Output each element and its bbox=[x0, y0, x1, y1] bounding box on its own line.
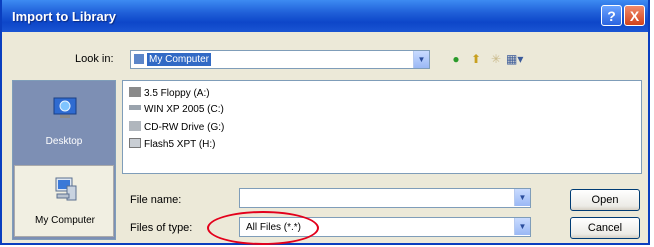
views-menu-icon[interactable]: ▦▾ bbox=[506, 51, 523, 67]
look-in-value: My Computer bbox=[147, 53, 212, 66]
files-of-type-label: Files of type: bbox=[130, 222, 193, 234]
removable-drive-icon bbox=[129, 138, 141, 148]
list-item[interactable]: CD-RW Drive (G:) bbox=[129, 121, 224, 135]
list-item[interactable]: Flash5 XPT (H:) bbox=[129, 138, 216, 152]
file-name: Flash5 XPT (H:) bbox=[144, 139, 216, 150]
my-computer-small-icon bbox=[134, 54, 144, 64]
chevron-down-icon[interactable]: ▼ bbox=[514, 218, 530, 235]
annotation-ring bbox=[207, 211, 319, 245]
place-desktop-label: Desktop bbox=[45, 136, 83, 147]
my-computer-icon bbox=[55, 177, 77, 201]
list-item[interactable]: WIN XP 2005 (C:) bbox=[129, 104, 224, 118]
file-name-field[interactable]: ▼ bbox=[239, 188, 531, 208]
title-bar[interactable]: Import to Library ? X bbox=[2, 0, 648, 32]
chevron-down-icon[interactable]: ▼ bbox=[413, 51, 429, 68]
help-button[interactable]: ? bbox=[601, 5, 622, 26]
place-my-computer-label: My Computer bbox=[34, 215, 95, 226]
list-item[interactable]: 3.5 Floppy (A:) bbox=[129, 87, 210, 101]
cd-drive-icon bbox=[129, 121, 141, 131]
file-name-label: File name: bbox=[130, 194, 182, 206]
cancel-button[interactable]: Cancel bbox=[570, 217, 640, 239]
file-list[interactable]: 3.5 Floppy (A:) WIN XP 2005 (C:) CD-RW D… bbox=[122, 80, 642, 174]
look-in-dropdown[interactable]: My Computer ▼ bbox=[130, 50, 430, 69]
window-title: Import to Library bbox=[12, 9, 117, 24]
place-my-computer[interactable]: My Computer bbox=[14, 165, 114, 237]
close-button[interactable]: X bbox=[624, 5, 645, 26]
import-dialog: Import to Library ? X Look in: My Comput… bbox=[0, 0, 650, 245]
places-bar: Desktop My Computer bbox=[12, 80, 116, 240]
open-button[interactable]: Open bbox=[570, 189, 640, 211]
file-name: WIN XP 2005 (C:) bbox=[144, 104, 224, 115]
place-desktop[interactable]: Desktop bbox=[14, 85, 114, 157]
floppy-drive-icon bbox=[129, 87, 141, 97]
up-folder-icon[interactable]: ⬆ bbox=[468, 51, 484, 67]
file-name: CD-RW Drive (G:) bbox=[144, 122, 225, 133]
back-icon[interactable]: ● bbox=[448, 51, 464, 67]
new-folder-icon[interactable]: ✳ bbox=[488, 51, 504, 67]
look-in-label: Look in: bbox=[75, 53, 114, 65]
chevron-down-icon[interactable]: ▼ bbox=[514, 189, 530, 206]
file-name: 3.5 Floppy (A:) bbox=[144, 88, 210, 99]
desktop-icon bbox=[53, 97, 77, 118]
hard-drive-icon bbox=[129, 105, 141, 110]
